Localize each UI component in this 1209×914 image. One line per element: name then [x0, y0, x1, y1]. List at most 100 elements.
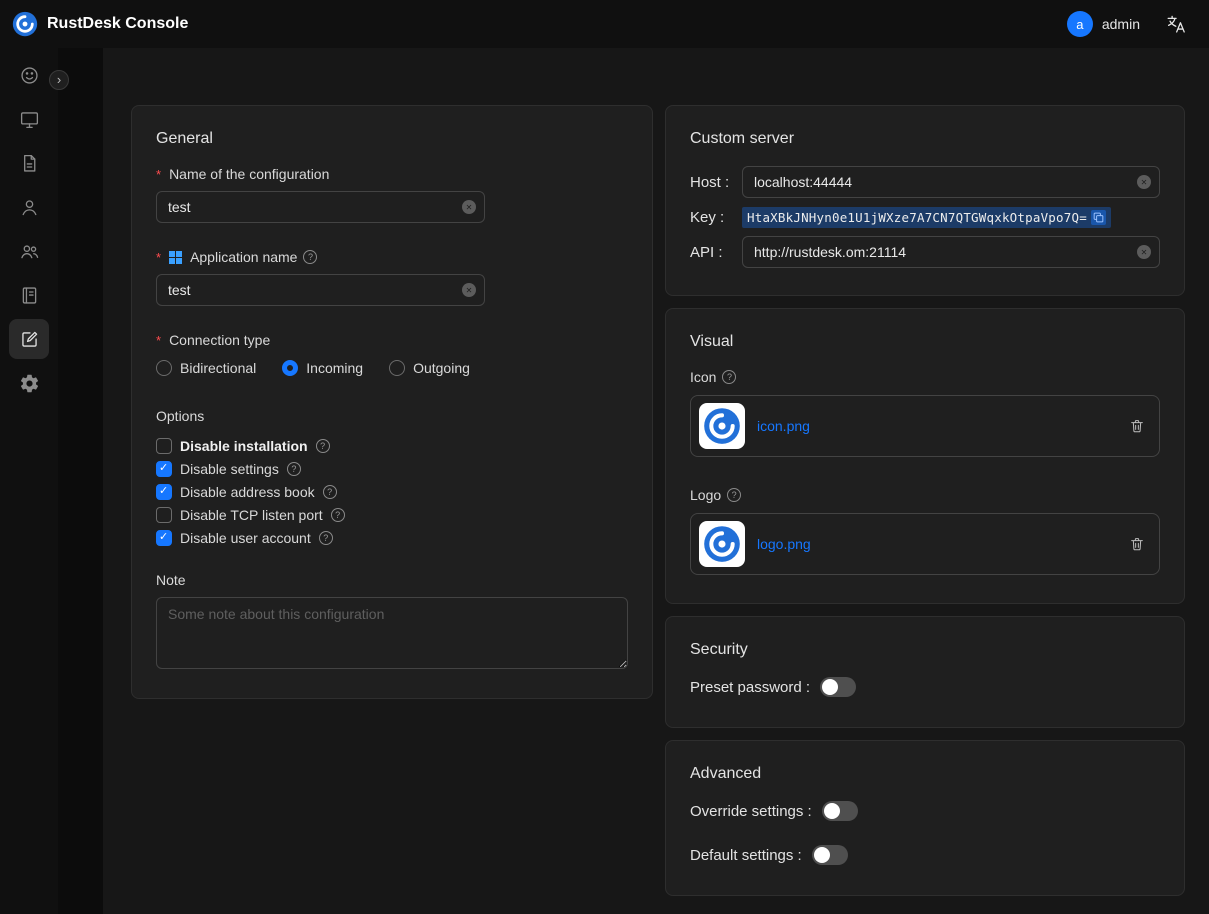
api-input[interactable]: [742, 236, 1160, 268]
checkbox-box[interactable]: [156, 530, 172, 546]
logo-file-box: logo.png: [690, 513, 1160, 575]
edit-icon: [19, 329, 40, 350]
host-input[interactable]: [742, 166, 1160, 198]
user-name[interactable]: admin: [1102, 16, 1140, 32]
radio-outgoing-label: Outgoing: [413, 360, 470, 376]
sidebar-item-status[interactable]: [9, 55, 49, 95]
main-area: General Name of the configuration Applic…: [58, 48, 1209, 914]
logo-preview: [699, 521, 745, 567]
options-label-text: Options: [156, 408, 204, 424]
content-panel: General Name of the configuration Applic…: [103, 48, 1209, 914]
help-icon[interactable]: [727, 488, 741, 502]
checkbox-label: Disable installation: [180, 438, 308, 454]
user-avatar[interactable]: a: [1067, 11, 1093, 37]
application-name-label-text: Application name: [190, 249, 297, 265]
radio-circle[interactable]: [389, 360, 405, 376]
sidebar-item-devices[interactable]: [9, 99, 49, 139]
advanced-card: Advanced Override settings : Default set…: [665, 740, 1185, 896]
radio-bidirectional[interactable]: Bidirectional: [156, 360, 256, 376]
help-icon[interactable]: [287, 462, 301, 476]
team-icon: [19, 241, 40, 262]
default-settings-toggle[interactable]: [812, 845, 848, 865]
preset-password-label: Preset password :: [690, 679, 810, 696]
application-name-input[interactable]: [156, 274, 485, 306]
preset-password-row: Preset password :: [690, 677, 1160, 697]
radio-circle[interactable]: [156, 360, 172, 376]
custom-server-title: Custom server: [690, 130, 1160, 148]
clear-icon[interactable]: [462, 283, 476, 297]
checkbox-disable-address-book[interactable]: Disable address book: [156, 484, 628, 500]
help-icon[interactable]: [722, 370, 736, 384]
application-name-label: Application name: [156, 249, 628, 265]
windows-icon: [169, 251, 182, 264]
trash-icon[interactable]: [1129, 536, 1145, 552]
copy-icon[interactable]: [1091, 210, 1106, 225]
radio-circle[interactable]: [282, 360, 298, 376]
app-title: RustDesk Console: [47, 15, 188, 33]
clear-icon[interactable]: [462, 200, 476, 214]
trash-icon[interactable]: [1129, 418, 1145, 434]
override-settings-label: Override settings :: [690, 803, 812, 820]
radio-outgoing[interactable]: Outgoing: [389, 360, 470, 376]
connection-type-label: Connection type: [156, 332, 628, 348]
help-icon[interactable]: [319, 531, 333, 545]
security-title: Security: [690, 641, 1160, 659]
icon-preview: [699, 403, 745, 449]
note-textarea[interactable]: [156, 597, 628, 669]
server-key-value: HtaXBkJNHyn0e1U1jWXze7A7CN7QTGWqxkOtpaVp…: [742, 207, 1111, 228]
language-switch-icon[interactable]: [1166, 14, 1187, 35]
sidebar-nav: [0, 48, 58, 914]
checkbox-disable-user-account[interactable]: Disable user account: [156, 530, 628, 546]
checkbox-box[interactable]: [156, 461, 172, 477]
preset-password-toggle[interactable]: [820, 677, 856, 697]
name-config-input[interactable]: [156, 191, 485, 223]
note-label-text: Note: [156, 572, 186, 588]
document-icon: [19, 153, 40, 174]
checkbox-label: Disable address book: [180, 484, 315, 500]
sidebar-expand-button[interactable]: [49, 70, 69, 90]
checkbox-disable-tcp-listen-port[interactable]: Disable TCP listen port: [156, 507, 628, 523]
logo-label: Logo: [690, 487, 1160, 503]
sidebar-item-configurations[interactable]: [9, 319, 49, 359]
help-icon[interactable]: [316, 439, 330, 453]
custom-server-card: Custom server Host : Key : HtaXBkJNHyn0e…: [665, 105, 1185, 296]
visual-card: Visual Icon icon.png: [665, 308, 1185, 604]
toggle-knob: [814, 847, 830, 863]
logbook-icon: [19, 285, 40, 306]
general-card: General Name of the configuration Applic…: [131, 105, 653, 699]
options-label: Options: [156, 408, 628, 424]
icon-file-link[interactable]: icon.png: [757, 418, 1129, 434]
sidebar-item-logs[interactable]: [9, 275, 49, 315]
general-card-title: General: [156, 130, 628, 148]
checkbox-box[interactable]: [156, 507, 172, 523]
icon-label-text: Icon: [690, 369, 716, 385]
checkbox-box[interactable]: [156, 484, 172, 500]
user-icon: [19, 197, 40, 218]
radio-incoming-label: Incoming: [306, 360, 363, 376]
clear-icon[interactable]: [1137, 175, 1151, 189]
icon-label: Icon: [690, 369, 1160, 385]
help-icon[interactable]: [303, 250, 317, 264]
name-config-label-text: Name of the configuration: [169, 166, 329, 182]
sidebar-item-audit[interactable]: [9, 143, 49, 183]
host-label: Host :: [690, 174, 742, 191]
logo-file-link[interactable]: logo.png: [757, 536, 1129, 552]
help-icon[interactable]: [331, 508, 345, 522]
clear-icon[interactable]: [1137, 245, 1151, 259]
override-settings-row: Override settings :: [690, 801, 1160, 821]
checkbox-box[interactable]: [156, 438, 172, 454]
sidebar-item-user[interactable]: [9, 187, 49, 227]
default-settings-label: Default settings :: [690, 847, 802, 864]
checkbox-label: Disable user account: [180, 530, 311, 546]
checkbox-disable-installation[interactable]: Disable installation: [156, 438, 628, 454]
checkbox-disable-settings[interactable]: Disable settings: [156, 461, 628, 477]
override-settings-toggle[interactable]: [822, 801, 858, 821]
security-card: Security Preset password :: [665, 616, 1185, 728]
radio-bidirectional-label: Bidirectional: [180, 360, 256, 376]
connection-type-label-text: Connection type: [169, 332, 270, 348]
connection-type-radios: Bidirectional Incoming Outgoing: [156, 360, 628, 376]
radio-incoming[interactable]: Incoming: [282, 360, 363, 376]
sidebar-item-groups[interactable]: [9, 231, 49, 271]
help-icon[interactable]: [323, 485, 337, 499]
sidebar-item-settings[interactable]: [9, 363, 49, 403]
